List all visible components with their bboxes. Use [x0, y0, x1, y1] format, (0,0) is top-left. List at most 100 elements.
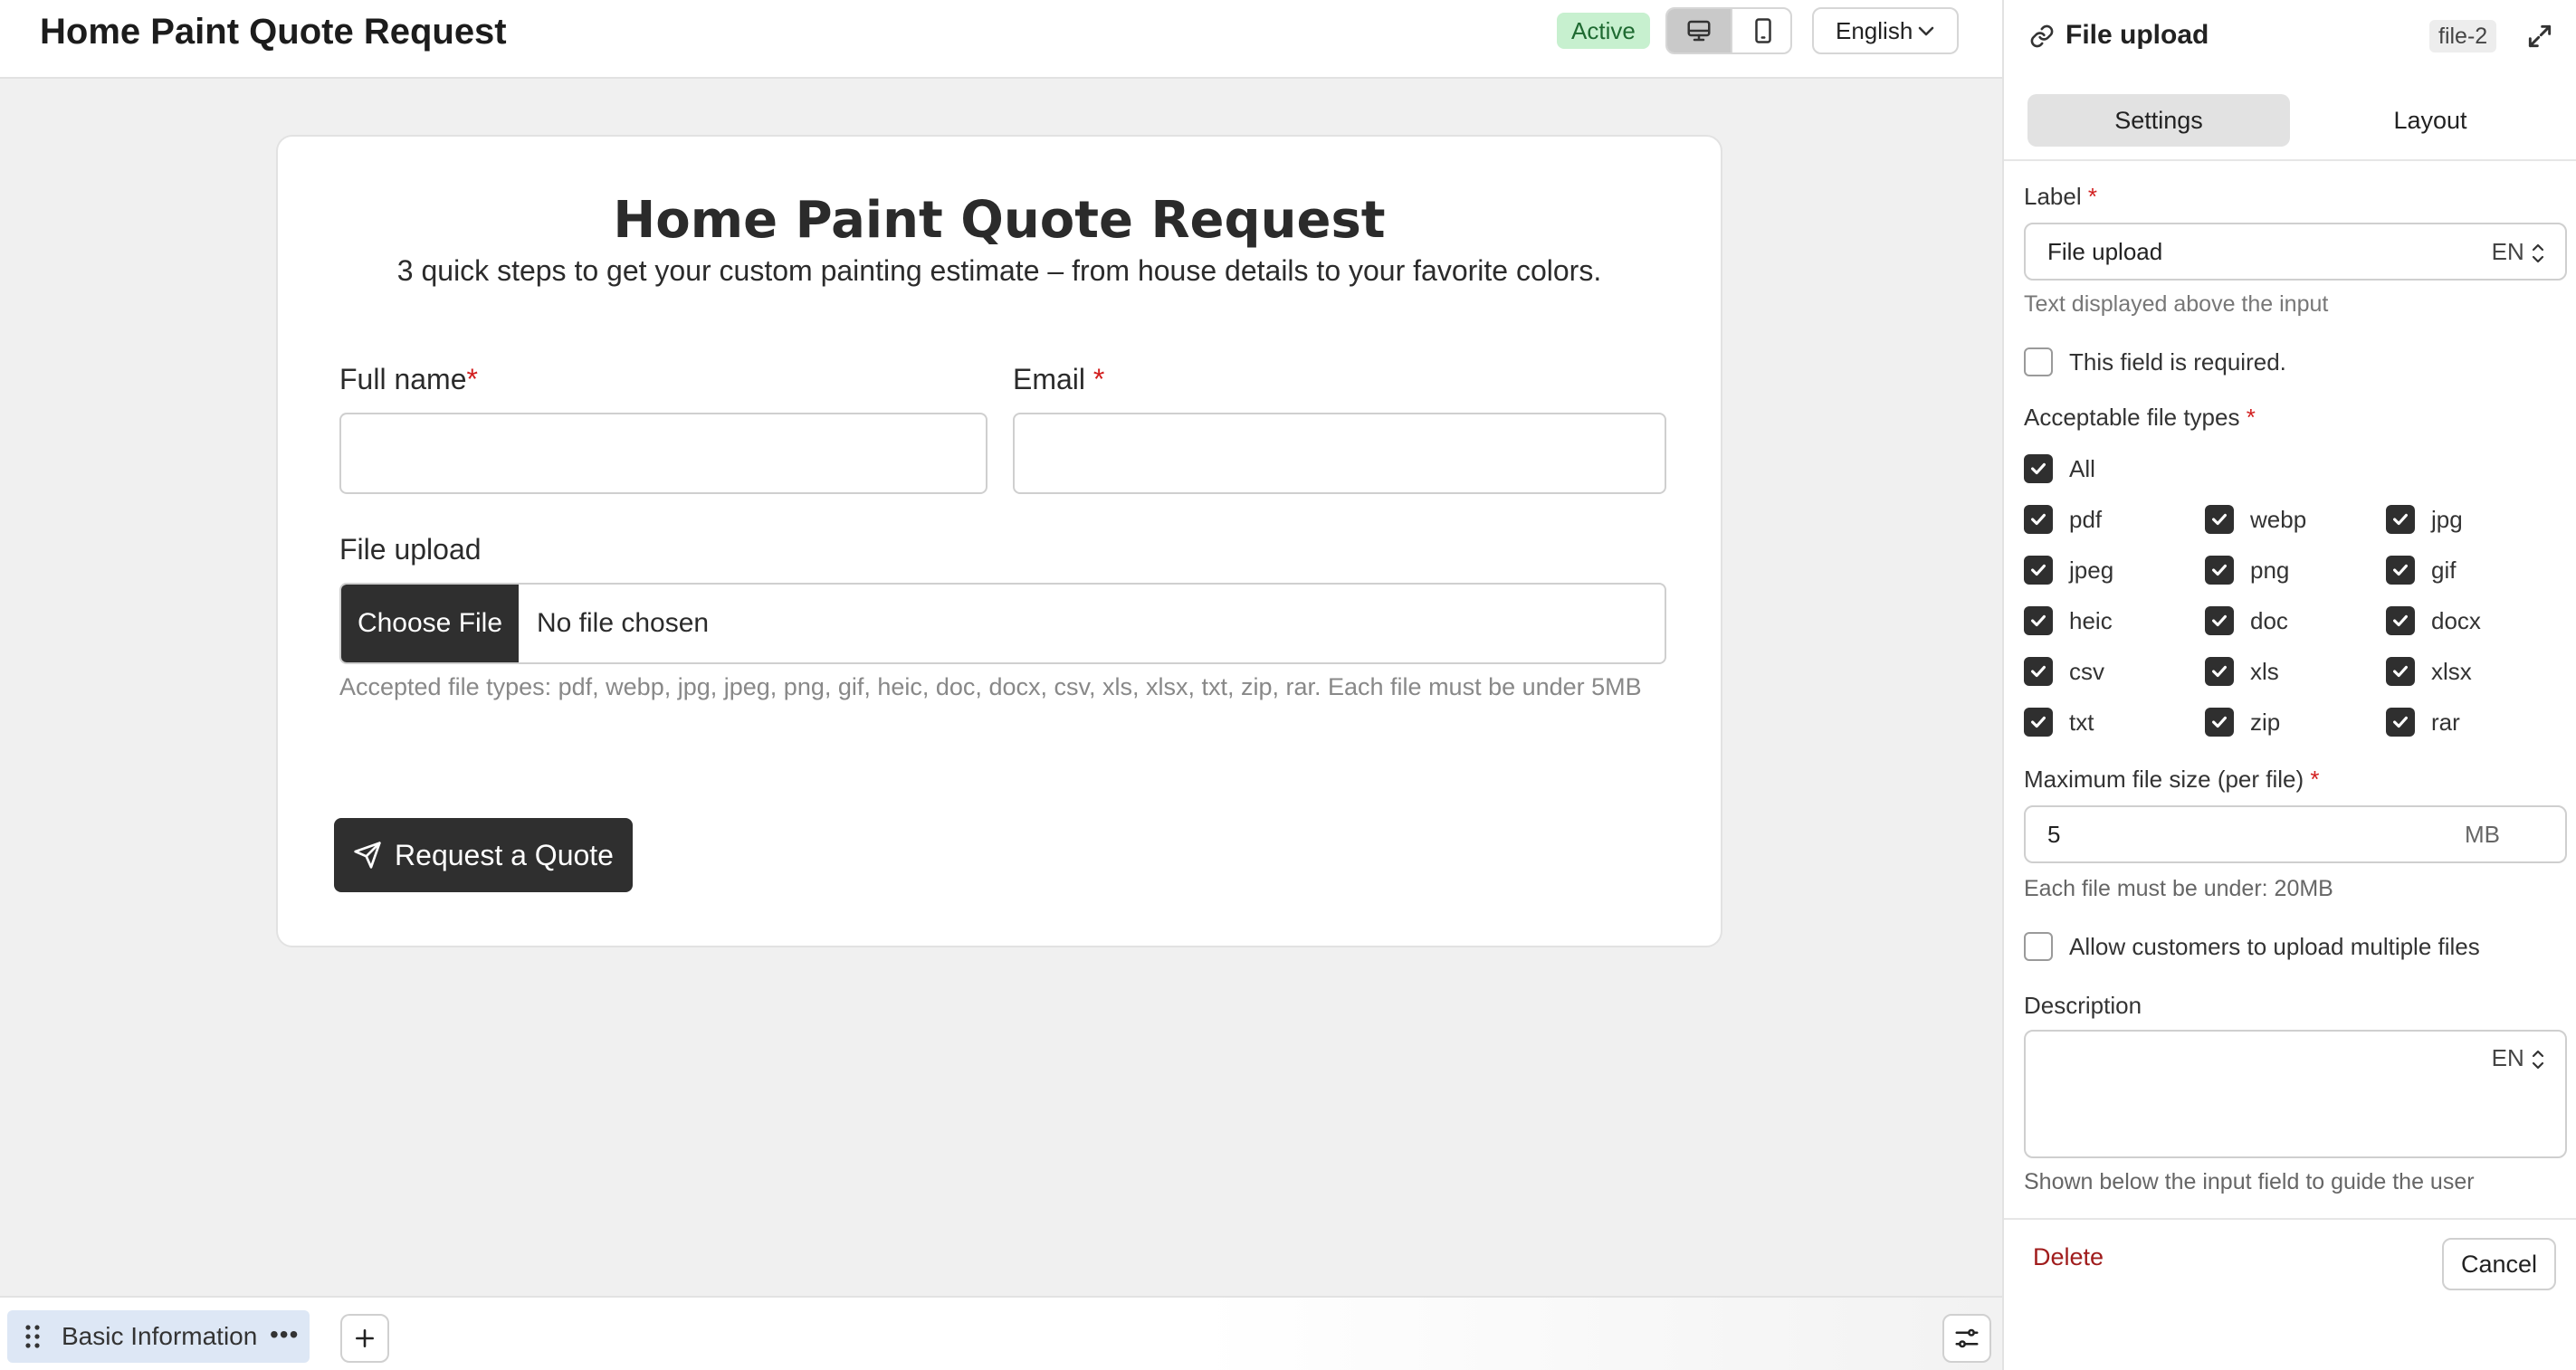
status-badge[interactable]: Active: [1557, 13, 1650, 49]
full-name-label-text: Full name: [339, 363, 467, 395]
form-preview-card: Home Paint Quote Request 3 quick steps t…: [276, 135, 1722, 947]
cancel-button[interactable]: Cancel: [2442, 1238, 2556, 1290]
file-type-jpeg-row[interactable]: jpeg: [2024, 556, 2113, 585]
file-type-gif-checkbox[interactable]: [2386, 556, 2415, 585]
file-type-txt-checkbox[interactable]: [2024, 708, 2053, 737]
description-input[interactable]: EN: [2024, 1030, 2567, 1158]
file-type-xlsx-row[interactable]: xlsx: [2386, 657, 2472, 686]
mobile-icon: [1755, 18, 1771, 43]
file-type-csv-label: csv: [2069, 657, 2104, 685]
file-type-xls-row[interactable]: xls: [2205, 657, 2279, 686]
sliders-icon: [1955, 1328, 1979, 1348]
tab-layout[interactable]: Layout: [2299, 94, 2562, 147]
file-type-all-row[interactable]: All: [2024, 454, 2095, 483]
required-mark: *: [2087, 183, 2097, 210]
file-type-rar-checkbox[interactable]: [2386, 708, 2415, 737]
add-step-button[interactable]: [340, 1314, 389, 1363]
field-settings-panel: File upload file-2 Settings Layout Label…: [2002, 0, 2576, 1370]
file-type-doc-checkbox[interactable]: [2205, 606, 2234, 635]
file-upload-label: File upload: [339, 533, 482, 566]
language-select[interactable]: English: [1812, 7, 1959, 54]
file-type-all-label: All: [2069, 454, 2095, 482]
file-type-txt-row[interactable]: txt: [2024, 708, 2094, 737]
file-upload-input[interactable]: Choose File No file chosen: [339, 583, 1666, 664]
multiple-upload-row[interactable]: Allow customers to upload multiple files: [2024, 932, 2480, 961]
step-label: Basic Information: [62, 1322, 258, 1350]
multiple-upload-checkbox[interactable]: [2024, 932, 2053, 961]
delete-button[interactable]: Delete: [2033, 1243, 2104, 1271]
file-type-doc-row[interactable]: doc: [2205, 606, 2288, 635]
file-upload-help: Accepted file types: pdf, webp, jpg, jpe…: [339, 673, 1642, 700]
file-type-xls-checkbox[interactable]: [2205, 657, 2234, 686]
check-icon: [2031, 614, 2046, 627]
check-icon: [2212, 665, 2227, 678]
check-icon: [2031, 462, 2046, 475]
required-checkbox[interactable]: [2024, 347, 2053, 376]
updown-icon: [2532, 1051, 2544, 1070]
choose-file-button[interactable]: Choose File: [341, 585, 519, 662]
step-tab-basic-information[interactable]: Basic Information •••: [7, 1310, 310, 1363]
max-size-label-text: Maximum file size (per file): [2024, 766, 2304, 793]
file-type-heic-row[interactable]: heic: [2024, 606, 2113, 635]
expand-icon[interactable]: [2525, 22, 2554, 55]
file-type-png-label: png: [2250, 556, 2290, 584]
label-language-select[interactable]: EN: [2492, 224, 2545, 279]
file-type-all-checkbox[interactable]: [2024, 454, 2053, 483]
desktop-view-button[interactable]: [1667, 9, 1731, 52]
chevron-down-icon: [1915, 9, 1937, 66]
max-size-input[interactable]: 5 MB: [2024, 805, 2567, 863]
file-type-jpeg-checkbox[interactable]: [2024, 556, 2053, 585]
page-title: Home Paint Quote Request: [40, 12, 507, 52]
file-type-webp-checkbox[interactable]: [2205, 505, 2234, 534]
request-quote-label: Request a Quote: [395, 838, 614, 871]
form-settings-button[interactable]: [1942, 1314, 1991, 1363]
check-icon: [2212, 614, 2227, 627]
more-icon[interactable]: •••: [270, 1310, 299, 1359]
full-name-input[interactable]: [339, 413, 987, 494]
file-type-rar-row[interactable]: rar: [2386, 708, 2460, 737]
required-checkbox-row[interactable]: This field is required.: [2024, 347, 2286, 376]
file-type-jpg-row[interactable]: jpg: [2386, 505, 2463, 534]
file-type-webp-row[interactable]: webp: [2205, 505, 2306, 534]
file-type-zip-checkbox[interactable]: [2205, 708, 2234, 737]
max-size-unit: MB: [2465, 821, 2500, 848]
file-type-xlsx-label: xlsx: [2431, 657, 2472, 685]
file-type-csv-checkbox[interactable]: [2024, 657, 2053, 686]
file-type-pdf-checkbox[interactable]: [2024, 505, 2053, 534]
tab-settings[interactable]: Settings: [2027, 94, 2290, 147]
desktop-icon: [1687, 20, 1711, 42]
file-type-xlsx-checkbox[interactable]: [2386, 657, 2415, 686]
request-quote-button[interactable]: Request a Quote: [334, 818, 633, 892]
check-icon: [2393, 716, 2408, 728]
required-mark: *: [1092, 363, 1105, 395]
file-type-csv-row[interactable]: csv: [2024, 657, 2104, 686]
file-types-label: Acceptable file types *: [2024, 404, 2256, 432]
label-help: Text displayed above the input: [2024, 291, 2329, 317]
file-type-xls-label: xls: [2250, 657, 2279, 685]
language-value: English: [1836, 17, 1913, 44]
file-type-pdf-row[interactable]: pdf: [2024, 505, 2102, 534]
file-type-gif-row[interactable]: gif: [2386, 556, 2456, 585]
required-mark: *: [466, 363, 478, 395]
file-type-docx-checkbox[interactable]: [2386, 606, 2415, 635]
file-type-heic-checkbox[interactable]: [2024, 606, 2053, 635]
file-type-pdf-label: pdf: [2069, 505, 2103, 533]
file-type-zip-row[interactable]: zip: [2205, 708, 2280, 737]
file-type-docx-row[interactable]: docx: [2386, 606, 2481, 635]
file-type-png-checkbox[interactable]: [2205, 556, 2234, 585]
multiple-upload-label: Allow customers to upload multiple files: [2069, 932, 2480, 960]
file-type-jpg-checkbox[interactable]: [2386, 505, 2415, 534]
drag-handle-icon[interactable]: [24, 1323, 42, 1355]
file-type-png-row[interactable]: png: [2205, 556, 2289, 585]
required-checkbox-label: This field is required.: [2069, 347, 2286, 376]
email-label: Email *: [1013, 363, 1104, 396]
panel-header: File upload file-2: [2004, 0, 2576, 72]
label-input[interactable]: File upload EN: [2024, 223, 2567, 281]
link-icon: [2029, 24, 2055, 53]
description-language-select[interactable]: EN: [2492, 1044, 2545, 1072]
check-icon: [2393, 564, 2408, 576]
max-size-label: Maximum file size (per file) *: [2024, 766, 2320, 794]
file-type-txt-label: txt: [2069, 708, 2094, 736]
mobile-view-button[interactable]: [1731, 9, 1790, 52]
email-input[interactable]: [1013, 413, 1666, 494]
